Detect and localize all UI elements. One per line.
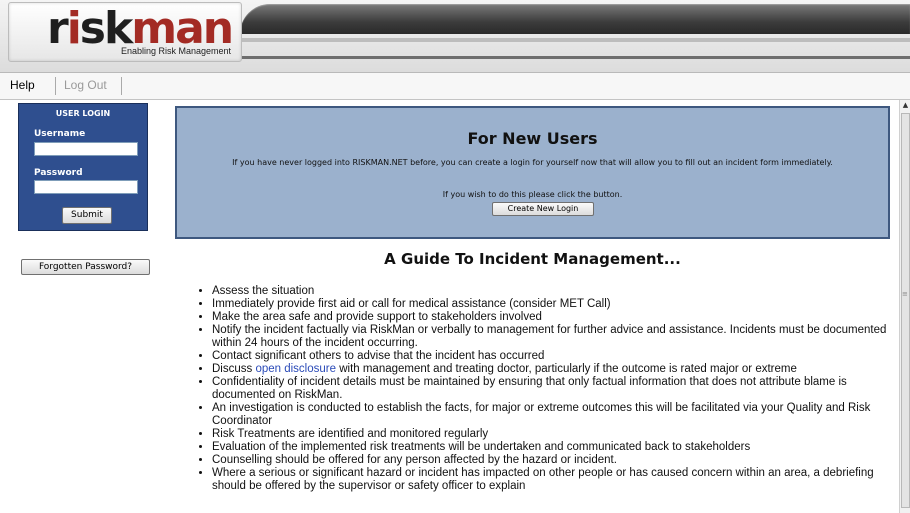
password-label: Password [34, 168, 83, 178]
header-stripe-dark [240, 56, 910, 59]
header-banner [240, 4, 910, 34]
disclosure-prefix: Discuss [212, 363, 256, 375]
scrollbar-grip-icon: ≡ [902, 290, 908, 298]
nav-divider [121, 77, 122, 95]
list-item: Risk Treatments are identified and monit… [212, 428, 907, 441]
forgotten-password-button[interactable]: Forgotten Password? [21, 259, 150, 275]
header-stripe [240, 38, 910, 42]
vertical-scrollbar[interactable]: ▲ ≡ [899, 100, 910, 513]
submit-button[interactable]: Submit [62, 207, 112, 224]
disclosure-suffix: with management and treating doctor, par… [336, 363, 797, 375]
logo-tagline: Enabling Risk Management [121, 46, 232, 56]
list-item: Where a serious or significant hazard or… [212, 467, 907, 493]
nav-help-link[interactable]: Help [10, 78, 35, 92]
nav-divider [55, 77, 56, 95]
list-item: Notify the incident factually via RiskMa… [212, 324, 907, 350]
login-title: USER LOGIN [55, 109, 111, 118]
password-input[interactable] [34, 180, 138, 194]
username-input[interactable] [34, 142, 138, 156]
list-item: Immediately provide first aid or call fo… [212, 298, 907, 311]
new-users-instruction: If you wish to do this please click the … [442, 190, 623, 199]
username-label: Username [34, 129, 86, 139]
list-item: Confidentiality of incident details must… [212, 376, 907, 402]
list-item: Counselling should be offered for any pe… [212, 454, 907, 467]
list-item: Contact significant others to advise tha… [212, 350, 907, 363]
new-users-title: For New Users [467, 129, 598, 148]
user-login-panel: USER LOGIN Username Password Submit [18, 103, 148, 231]
new-users-panel: For New Users If you have never logged i… [175, 106, 890, 239]
top-nav: Help Log Out [0, 73, 910, 100]
header: riskman Enabling Risk Management [0, 0, 910, 73]
open-disclosure-link[interactable]: open disclosure [255, 363, 336, 375]
list-item: Assess the situation [212, 285, 907, 298]
guide-list: Assess the situation Immediately provide… [198, 285, 907, 493]
guide-title: A Guide To Incident Management... [384, 250, 681, 268]
list-item: An investigation is conducted to establi… [212, 402, 907, 428]
nav-logout-link[interactable]: Log Out [64, 78, 107, 92]
create-new-login-button[interactable]: Create New Login [492, 202, 594, 216]
new-users-description: If you have never logged into RISKMAN.NE… [232, 158, 833, 167]
scroll-up-arrow-icon[interactable]: ▲ [900, 100, 910, 111]
riskman-logo: riskman Enabling Risk Management [8, 2, 242, 62]
scrollbar-thumb[interactable] [901, 113, 910, 508]
list-item: Evaluation of the implemented risk treat… [212, 441, 907, 454]
list-item: Make the area safe and provide support t… [212, 311, 907, 324]
list-item: Discuss open disclosure with management … [212, 363, 907, 376]
